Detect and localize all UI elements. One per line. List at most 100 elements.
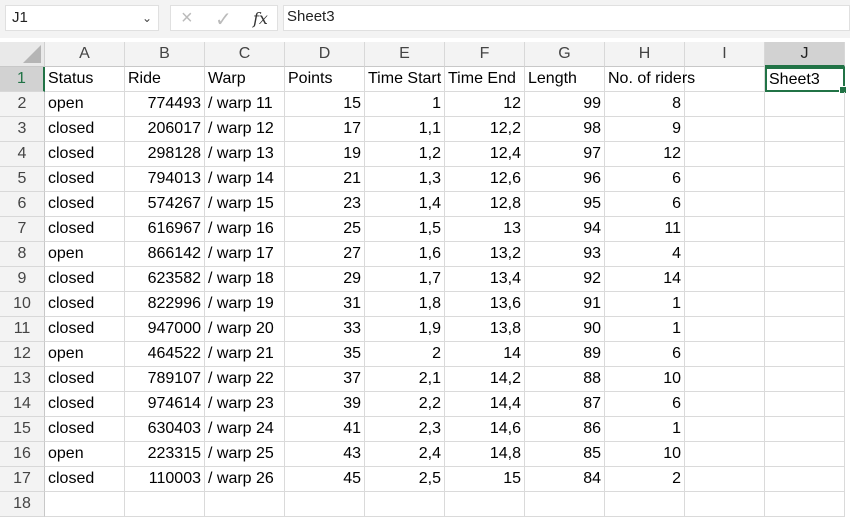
cell-B10[interactable]: 822996 — [125, 292, 205, 317]
cell-I6[interactable] — [685, 192, 765, 217]
cell-C1[interactable]: Warp — [205, 67, 285, 92]
cell-D12[interactable]: 35 — [285, 342, 365, 367]
cell-B18[interactable] — [125, 492, 205, 517]
row-header-12[interactable]: 12 — [0, 342, 45, 367]
cell-F7[interactable]: 13 — [445, 217, 525, 242]
chevron-down-icon[interactable]: ⌄ — [142, 6, 152, 30]
cell-B4[interactable]: 298128 — [125, 142, 205, 167]
row-header-14[interactable]: 14 — [0, 392, 45, 417]
row-header-11[interactable]: 11 — [0, 317, 45, 342]
row-header-6[interactable]: 6 — [0, 192, 45, 217]
cell-E1[interactable]: Time Start — [365, 67, 445, 92]
cancel-icon[interactable]: × — [181, 7, 193, 30]
insert-function-icon[interactable]: fx — [253, 9, 268, 28]
cell-B8[interactable]: 866142 — [125, 242, 205, 267]
cell-E18[interactable] — [365, 492, 445, 517]
cell-D7[interactable]: 25 — [285, 217, 365, 242]
cell-G17[interactable]: 84 — [525, 467, 605, 492]
cell-C12[interactable]: / warp 21 — [205, 342, 285, 367]
cell-D14[interactable]: 39 — [285, 392, 365, 417]
cell-J18[interactable] — [765, 492, 845, 517]
cell-B14[interactable]: 974614 — [125, 392, 205, 417]
cell-H3[interactable]: 9 — [605, 117, 685, 142]
cell-E2[interactable]: 1 — [365, 92, 445, 117]
cell-J16[interactable] — [765, 442, 845, 467]
cell-F3[interactable]: 12,2 — [445, 117, 525, 142]
cell-C18[interactable] — [205, 492, 285, 517]
cell-J11[interactable] — [765, 317, 845, 342]
cell-G4[interactable]: 97 — [525, 142, 605, 167]
cell-F18[interactable] — [445, 492, 525, 517]
cell-G3[interactable]: 98 — [525, 117, 605, 142]
row-header-5[interactable]: 5 — [0, 167, 45, 192]
enter-icon[interactable]: ✓ — [215, 7, 232, 32]
cell-D16[interactable]: 43 — [285, 442, 365, 467]
cell-A18[interactable] — [45, 492, 125, 517]
cell-B9[interactable]: 623582 — [125, 267, 205, 292]
column-header-J[interactable]: J — [765, 42, 845, 67]
cell-C7[interactable]: / warp 16 — [205, 217, 285, 242]
cell-B16[interactable]: 223315 — [125, 442, 205, 467]
cell-F4[interactable]: 12,4 — [445, 142, 525, 167]
cell-A17[interactable]: closed — [45, 467, 125, 492]
cell-F12[interactable]: 14 — [445, 342, 525, 367]
formula-input[interactable]: Sheet3 — [283, 5, 850, 31]
cell-H13[interactable]: 10 — [605, 367, 685, 392]
cell-F13[interactable]: 14,2 — [445, 367, 525, 392]
cell-J7[interactable] — [765, 217, 845, 242]
cell-E4[interactable]: 1,2 — [365, 142, 445, 167]
cell-A5[interactable]: closed — [45, 167, 125, 192]
cell-A3[interactable]: closed — [45, 117, 125, 142]
cell-A8[interactable]: open — [45, 242, 125, 267]
cell-I10[interactable] — [685, 292, 765, 317]
cell-I1[interactable] — [685, 67, 765, 92]
cell-C9[interactable]: / warp 18 — [205, 267, 285, 292]
cell-C3[interactable]: / warp 12 — [205, 117, 285, 142]
cell-A14[interactable]: closed — [45, 392, 125, 417]
cell-J15[interactable] — [765, 417, 845, 442]
cell-B1[interactable]: Ride — [125, 67, 205, 92]
cell-I4[interactable] — [685, 142, 765, 167]
cell-D17[interactable]: 45 — [285, 467, 365, 492]
cell-H9[interactable]: 14 — [605, 267, 685, 292]
cell-E15[interactable]: 2,3 — [365, 417, 445, 442]
cell-I11[interactable] — [685, 317, 765, 342]
cell-H7[interactable]: 11 — [605, 217, 685, 242]
cell-F14[interactable]: 14,4 — [445, 392, 525, 417]
cell-D4[interactable]: 19 — [285, 142, 365, 167]
cell-B6[interactable]: 574267 — [125, 192, 205, 217]
cell-D11[interactable]: 33 — [285, 317, 365, 342]
cell-A6[interactable]: closed — [45, 192, 125, 217]
cell-E10[interactable]: 1,8 — [365, 292, 445, 317]
cell-H2[interactable]: 8 — [605, 92, 685, 117]
cell-F17[interactable]: 15 — [445, 467, 525, 492]
cell-H11[interactable]: 1 — [605, 317, 685, 342]
cell-F11[interactable]: 13,8 — [445, 317, 525, 342]
cell-B7[interactable]: 616967 — [125, 217, 205, 242]
cell-E9[interactable]: 1,7 — [365, 267, 445, 292]
cell-A11[interactable]: closed — [45, 317, 125, 342]
cell-I2[interactable] — [685, 92, 765, 117]
cell-D1[interactable]: Points — [285, 67, 365, 92]
cell-E11[interactable]: 1,9 — [365, 317, 445, 342]
cell-E7[interactable]: 1,5 — [365, 217, 445, 242]
cell-H1[interactable]: No. of riders — [605, 67, 695, 92]
cell-D6[interactable]: 23 — [285, 192, 365, 217]
cell-I7[interactable] — [685, 217, 765, 242]
cell-G16[interactable]: 85 — [525, 442, 605, 467]
cell-I13[interactable] — [685, 367, 765, 392]
cell-J13[interactable] — [765, 367, 845, 392]
cell-I3[interactable] — [685, 117, 765, 142]
cell-I18[interactable] — [685, 492, 765, 517]
column-header-D[interactable]: D — [285, 42, 365, 67]
cell-G10[interactable]: 91 — [525, 292, 605, 317]
cell-D2[interactable]: 15 — [285, 92, 365, 117]
column-header-H[interactable]: H — [605, 42, 685, 67]
cell-F9[interactable]: 13,4 — [445, 267, 525, 292]
cell-E3[interactable]: 1,1 — [365, 117, 445, 142]
cell-G12[interactable]: 89 — [525, 342, 605, 367]
cell-J9[interactable] — [765, 267, 845, 292]
cell-D3[interactable]: 17 — [285, 117, 365, 142]
cell-J12[interactable] — [765, 342, 845, 367]
row-header-10[interactable]: 10 — [0, 292, 45, 317]
